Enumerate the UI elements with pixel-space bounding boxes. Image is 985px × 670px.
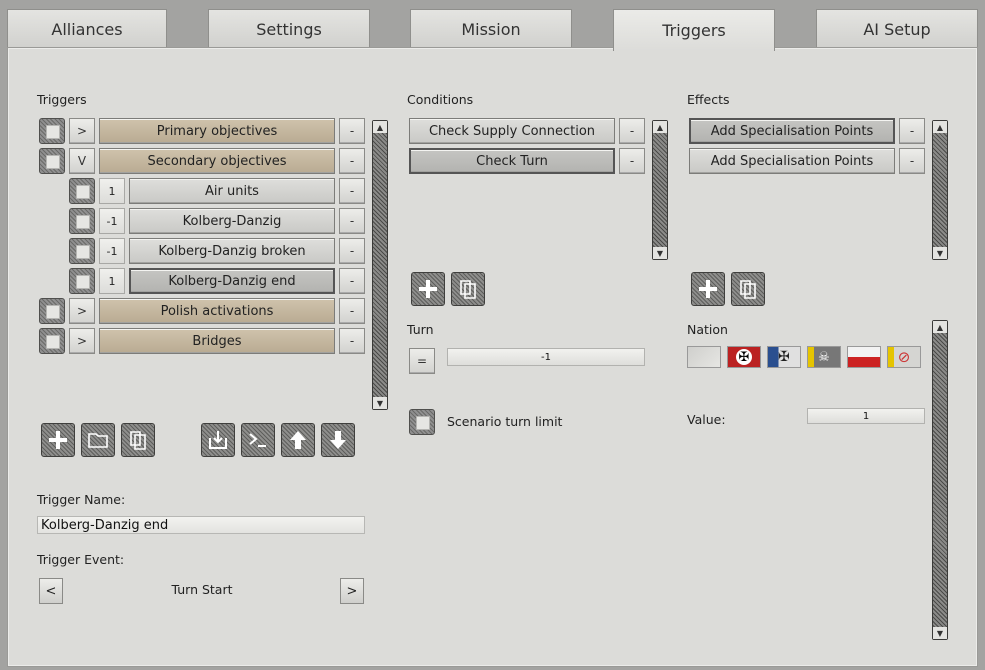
- turn-label: Turn: [407, 322, 434, 337]
- effect-row-selected[interactable]: Add Specialisation Points: [689, 118, 895, 144]
- remove-button[interactable]: -: [339, 328, 365, 354]
- scenario-turn-limit-checkbox[interactable]: [409, 409, 435, 435]
- trigger-count: 1: [99, 268, 125, 294]
- effects-heading: Effects: [687, 92, 730, 107]
- trigger-checkbox[interactable]: [39, 328, 65, 354]
- trigger-row[interactable]: Air units: [129, 178, 335, 204]
- trigger-event-label: Trigger Event:: [37, 552, 125, 567]
- condition-row[interactable]: Check Supply Connection: [409, 118, 615, 144]
- operator-button[interactable]: =: [409, 348, 435, 374]
- remove-button[interactable]: -: [339, 148, 365, 174]
- none-flag-icon[interactable]: ⊘: [887, 346, 921, 368]
- scenario-turn-limit-label: Scenario turn limit: [447, 414, 563, 429]
- scroll-up-icon[interactable]: ▲: [933, 321, 947, 333]
- expander-button[interactable]: V: [69, 148, 95, 174]
- trigger-checkbox[interactable]: [69, 208, 95, 234]
- trigger-row-selected[interactable]: Kolberg-Danzig end: [129, 268, 335, 294]
- blank-flag-icon[interactable]: [687, 346, 721, 368]
- trigger-event-value: Turn Start: [171, 582, 233, 597]
- trigger-checkbox[interactable]: [69, 178, 95, 204]
- trigger-checkbox[interactable]: [69, 238, 95, 264]
- effect-params-scrollbar[interactable]: ▲ ▼: [932, 320, 948, 640]
- scroll-up-icon[interactable]: ▲: [373, 121, 387, 133]
- add-icon[interactable]: [411, 272, 445, 306]
- baltic-cross-flag-icon[interactable]: ✠: [767, 346, 801, 368]
- scroll-down-icon[interactable]: ▼: [933, 627, 947, 639]
- trigger-checkbox[interactable]: [39, 118, 65, 144]
- condition-row-selected[interactable]: Check Turn: [409, 148, 615, 174]
- trigger-checkbox[interactable]: [39, 148, 65, 174]
- copy-icon[interactable]: [121, 423, 155, 457]
- remove-button[interactable]: -: [619, 148, 645, 174]
- trigger-checkbox[interactable]: [69, 268, 95, 294]
- remove-button[interactable]: -: [339, 208, 365, 234]
- trigger-name-input[interactable]: Kolberg-Danzig end: [37, 516, 365, 534]
- tab-settings[interactable]: Settings: [208, 9, 370, 49]
- turn-value-input[interactable]: -1: [447, 348, 645, 366]
- trigger-count: 1: [99, 178, 125, 204]
- remove-button[interactable]: -: [339, 268, 365, 294]
- move-down-icon[interactable]: [321, 423, 355, 457]
- copy-icon[interactable]: [731, 272, 765, 306]
- remove-button[interactable]: -: [339, 298, 365, 324]
- trigger-checkbox[interactable]: [39, 298, 65, 324]
- trigger-row[interactable]: Kolberg-Danzig: [129, 208, 335, 234]
- tab-triggers[interactable]: Triggers: [613, 9, 775, 51]
- expander-button[interactable]: >: [69, 328, 95, 354]
- trigger-row[interactable]: Polish activations: [99, 298, 335, 324]
- trigger-name-label: Trigger Name:: [37, 492, 126, 507]
- trigger-row[interactable]: Bridges: [99, 328, 335, 354]
- german-flag-icon[interactable]: ✠: [727, 346, 761, 368]
- tab-mission[interactable]: Mission: [410, 9, 572, 49]
- copy-icon[interactable]: [451, 272, 485, 306]
- import-icon[interactable]: [201, 423, 235, 457]
- expander-button[interactable]: >: [69, 118, 95, 144]
- remove-button[interactable]: -: [899, 148, 925, 174]
- trigger-count: -1: [99, 208, 125, 234]
- scroll-up-icon[interactable]: ▲: [933, 121, 947, 133]
- remove-button[interactable]: -: [899, 118, 925, 144]
- tab-ai-setup[interactable]: AI Setup: [816, 9, 978, 49]
- add-icon[interactable]: [41, 423, 75, 457]
- remove-button[interactable]: -: [339, 118, 365, 144]
- value-input[interactable]: 1: [807, 408, 925, 424]
- trigger-row[interactable]: Secondary objectives: [99, 148, 335, 174]
- trigger-row[interactable]: Primary objectives: [99, 118, 335, 144]
- remove-button[interactable]: -: [619, 118, 645, 144]
- event-prev-button[interactable]: <: [39, 578, 63, 604]
- triggers-scrollbar[interactable]: ▲ ▼: [372, 120, 388, 410]
- console-icon[interactable]: [241, 423, 275, 457]
- scroll-down-icon[interactable]: ▼: [373, 397, 387, 409]
- remove-button[interactable]: -: [339, 178, 365, 204]
- effects-scrollbar[interactable]: ▲ ▼: [932, 120, 948, 260]
- scroll-down-icon[interactable]: ▼: [933, 247, 947, 259]
- add-icon[interactable]: [691, 272, 725, 306]
- triggers-heading: Triggers: [37, 92, 87, 107]
- conditions-heading: Conditions: [407, 92, 474, 107]
- polish-flag-icon[interactable]: [847, 346, 881, 368]
- effect-row[interactable]: Add Specialisation Points: [689, 148, 895, 174]
- scroll-up-icon[interactable]: ▲: [653, 121, 667, 133]
- ss-skull-flag-icon[interactable]: ☠: [807, 346, 841, 368]
- move-up-icon[interactable]: [281, 423, 315, 457]
- trigger-count: -1: [99, 238, 125, 264]
- nation-label: Nation: [687, 322, 728, 337]
- conditions-scrollbar[interactable]: ▲ ▼: [652, 120, 668, 260]
- value-label: Value:: [687, 412, 726, 427]
- tab-alliances[interactable]: Alliances: [7, 9, 167, 49]
- event-next-button[interactable]: >: [340, 578, 364, 604]
- trigger-row[interactable]: Kolberg-Danzig broken: [129, 238, 335, 264]
- expander-button[interactable]: >: [69, 298, 95, 324]
- remove-button[interactable]: -: [339, 238, 365, 264]
- folder-icon[interactable]: [81, 423, 115, 457]
- scroll-down-icon[interactable]: ▼: [653, 247, 667, 259]
